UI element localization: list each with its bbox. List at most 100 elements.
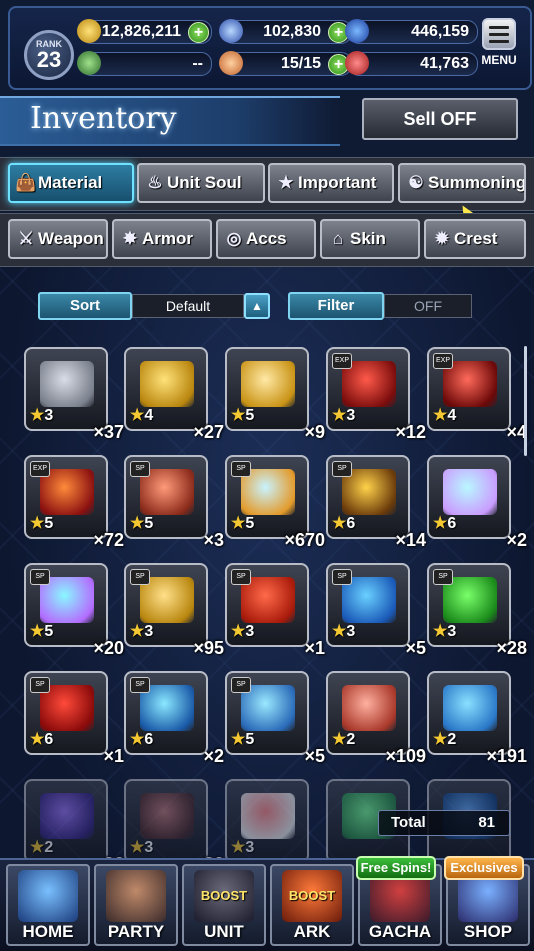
item-type-badge: EXP (433, 353, 453, 369)
ring-icon: ◎ (226, 229, 242, 248)
item-rarity-value: 5 (44, 623, 54, 640)
nav-label: SHOP (463, 922, 513, 941)
tab-accs[interactable]: ◎ Accs (216, 219, 316, 259)
item-slot[interactable]: ★5 ×9 (225, 347, 325, 442)
rarity-star-icon: ★ (130, 839, 145, 856)
item-art-icon (342, 685, 396, 731)
rarity-star-icon: ★ (231, 407, 246, 424)
tab-unit-soul[interactable]: ♨ Unit Soul (137, 163, 265, 203)
item-slot[interactable]: SP ★3 ×95 (124, 563, 224, 658)
tab-weapon[interactable]: ⚔ Weapon (8, 219, 108, 259)
item-quantity: ×27 (193, 422, 224, 442)
boost-label: BOOST (200, 888, 248, 903)
bag-icon: 👜 (15, 173, 37, 192)
item-rarity-value: 5 (245, 407, 255, 424)
blue-currency-counter: 446,159 (345, 19, 478, 44)
item-slot[interactable]: SP ★5 ×5 (225, 671, 325, 766)
item-slot[interactable]: ★2 ×191 (427, 671, 527, 766)
filter-toggle[interactable]: OFF (384, 294, 472, 318)
total-value: 81 (478, 814, 495, 831)
item-type-badge: SP (332, 569, 352, 585)
item-slot[interactable]: ★6 ×2 (427, 455, 527, 550)
scrollbar[interactable] (524, 346, 527, 456)
item-quantity: ×12 (395, 422, 426, 442)
item-quantity: ×191 (486, 746, 527, 766)
sort-order-button[interactable]: ▲ (244, 293, 270, 319)
item-slot[interactable]: SP ★6 ×14 (326, 455, 426, 550)
item-slot[interactable]: SP ★6 ×2 (124, 671, 224, 766)
add-gil-button[interactable]: + (188, 22, 209, 43)
compass-icon (77, 51, 101, 75)
item-rarity: ★3 (130, 837, 153, 857)
page-title: Inventory (30, 101, 177, 136)
menu-button[interactable]: MENU (476, 18, 522, 74)
item-quantity: ×109 (385, 746, 426, 766)
rarity-star-icon: ★ (433, 407, 448, 424)
item-rarity: ★5 (130, 513, 153, 533)
rarity-star-icon: ★ (332, 515, 347, 532)
nav-label: PARTY (107, 922, 165, 941)
gil-counter: 12,826,211 + (77, 19, 212, 44)
item-slot[interactable]: ★3 ×37 (24, 347, 124, 442)
sell-off-button[interactable]: Sell OFF (362, 98, 518, 140)
rarity-star-icon: ★ (30, 407, 45, 424)
item-rarity-value: 5 (245, 515, 255, 532)
item-type-badge: SP (231, 677, 251, 693)
item-type-badge: SP (30, 569, 50, 585)
tab-important[interactable]: ★ Important (268, 163, 394, 203)
nav-home-icon (18, 870, 78, 922)
tab-crest[interactable]: ✹ Crest (424, 219, 526, 259)
red-currency-counter: 41,763 (345, 51, 478, 76)
item-quantity: ×670 (284, 530, 325, 550)
exclusives-badge: Exclusives (444, 856, 524, 880)
item-slot[interactable]: SP ★5 ×3 (124, 455, 224, 550)
item-slot[interactable]: SP ★5 ×20 (24, 563, 124, 658)
rank-badge: RANK 23 (24, 30, 74, 80)
item-rarity: ★6 (30, 729, 53, 749)
item-slot[interactable]: SP ★3 ×5 (326, 563, 426, 658)
tab-summoning[interactable]: ☯ Summoning (398, 163, 526, 203)
rarity-star-icon: ★ (231, 839, 246, 856)
item-quantity: ×72 (93, 530, 124, 550)
rarity-star-icon: ★ (130, 731, 145, 748)
rank-value: 23 (36, 47, 62, 72)
nav-home-button[interactable]: HOME (6, 864, 90, 946)
nav-party-button[interactable]: PARTY (94, 864, 178, 946)
category-tabs-row-1: 👜Material ♨ Unit Soul ★ Important ☯ Summoni… (0, 157, 534, 211)
item-slot[interactable]: SP ★3 ×28 (427, 563, 527, 658)
item-slot[interactable]: EXP ★5 ×72 (24, 455, 124, 550)
sort-dropdown[interactable]: Default (132, 294, 244, 318)
item-rarity: ★3 (231, 837, 254, 857)
item-slot[interactable]: EXP ★3 ×12 (326, 347, 426, 442)
total-counter: Total 81 (378, 810, 510, 836)
triangle-up-icon: ▲ (251, 299, 263, 313)
item-slot[interactable]: EXP ★4 ×4 (427, 347, 527, 442)
item-rarity-value: 4 (144, 407, 154, 424)
item-rarity: ★5 (30, 513, 53, 533)
total-label: Total (391, 814, 426, 831)
item-slot[interactable]: SP ★5 ×670 (225, 455, 325, 550)
item-rarity: ★2 (332, 729, 355, 749)
item-type-badge: SP (231, 569, 251, 585)
item-rarity: ★5 (231, 405, 254, 425)
item-slot[interactable]: SP ★3 ×1 (225, 563, 325, 658)
stamina-value: 15/15 (280, 55, 321, 72)
tab-material[interactable]: 👜Material (8, 163, 134, 203)
blue-orb-icon (345, 19, 369, 43)
tab-skin[interactable]: ⌂ Skin (320, 219, 420, 259)
sort-label: Sort (38, 292, 132, 320)
rarity-star-icon: ★ (332, 407, 347, 424)
item-rarity-value: 5 (245, 731, 255, 748)
nav-unit-button[interactable]: BOOST UNIT (182, 864, 266, 946)
item-slot[interactable]: ★4 ×27 (124, 347, 224, 442)
item-rarity-value: 3 (44, 407, 54, 424)
item-slot[interactable]: ★2 ×109 (326, 671, 426, 766)
item-slot[interactable]: ★2×96 (24, 779, 124, 874)
item-slot[interactable]: ★3 (225, 779, 309, 863)
item-slot[interactable]: SP ★6 ×1 (24, 671, 124, 766)
item-slot[interactable]: ★3×30 (124, 779, 224, 874)
tab-armor[interactable]: ✸ Armor (112, 219, 212, 259)
item-type-badge: EXP (30, 461, 50, 477)
item-quantity: ×5 (304, 746, 325, 766)
nav-ark-button[interactable]: BOOST ARK (270, 864, 354, 946)
